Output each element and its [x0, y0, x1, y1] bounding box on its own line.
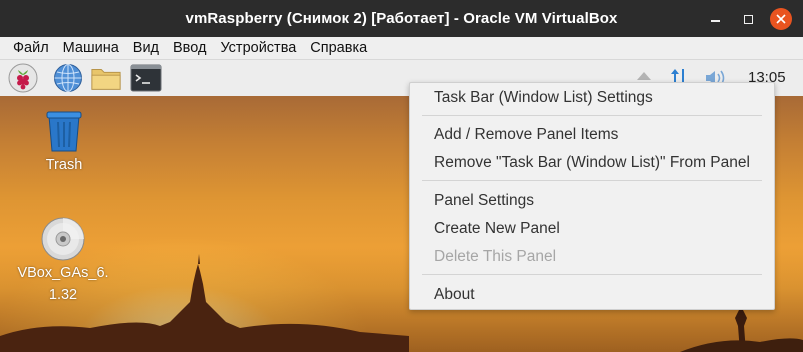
file-manager-icon[interactable]	[90, 63, 122, 93]
menu-item-about[interactable]: About	[410, 282, 774, 308]
maximize-button[interactable]	[736, 8, 760, 30]
window-title-bar[interactable]: vmRaspberry (Снимок 2) [Работает] - Orac…	[0, 0, 803, 37]
menu-separator	[422, 180, 762, 181]
desktop-icon-label: Trash	[45, 157, 83, 173]
desktop-icon-label: VBox_GAs_6.1.32	[17, 265, 109, 303]
menu-item-create-new-panel[interactable]: Create New Panel	[410, 216, 774, 242]
raspberry-menu-icon[interactable]	[7, 63, 39, 93]
close-button[interactable]	[769, 8, 793, 30]
window-title: vmRaspberry (Снимок 2) [Работает] - Orac…	[185, 10, 618, 27]
menu-devices[interactable]: Устройства	[213, 40, 303, 56]
window-controls	[694, 8, 793, 30]
menu-item-taskbar-settings[interactable]: Task Bar (Window List) Settings	[410, 85, 774, 111]
menu-separator	[422, 274, 762, 275]
menu-item-remove-taskbar[interactable]: Remove "Task Bar (Window List)" From Pan…	[410, 150, 774, 176]
cd-disc-icon	[41, 217, 85, 261]
terminal-icon[interactable]	[130, 63, 162, 93]
minimize-button[interactable]	[703, 8, 727, 30]
menu-item-panel-settings[interactable]: Panel Settings	[410, 188, 774, 214]
menu-separator	[422, 115, 762, 116]
menu-view[interactable]: Вид	[126, 40, 166, 56]
trash-icon	[46, 111, 82, 152]
menu-machine[interactable]: Машина	[56, 40, 126, 56]
vbox-menu-bar: Файл Машина Вид Ввод Устройства Справка	[0, 37, 803, 60]
menu-help[interactable]: Справка	[303, 40, 374, 56]
maximize-icon	[743, 14, 753, 24]
menu-item-add-remove-panel-items[interactable]: Add / Remove Panel Items	[410, 122, 774, 148]
web-browser-icon[interactable]	[52, 63, 84, 93]
menu-input[interactable]: Ввод	[166, 40, 213, 56]
minimize-icon	[710, 19, 720, 22]
desktop-icon-trash[interactable]: Trash	[28, 108, 100, 176]
close-icon	[770, 8, 792, 30]
menu-file[interactable]: Файл	[6, 40, 56, 56]
panel-context-menu: Task Bar (Window List) Settings Add / Re…	[409, 82, 775, 310]
menu-item-delete-this-panel: Delete This Panel	[434, 248, 557, 265]
desktop-icon-vbox-gas[interactable]: VBox_GAs_6.1.32	[12, 216, 114, 306]
